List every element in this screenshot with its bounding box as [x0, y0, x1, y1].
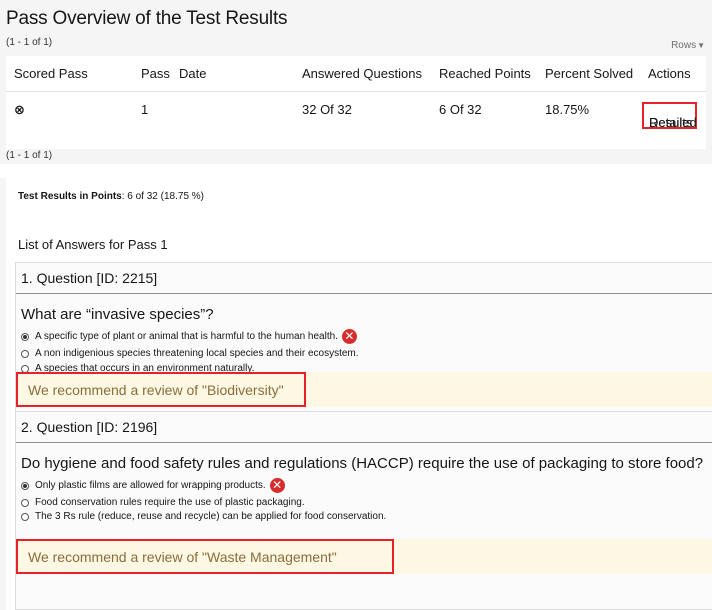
radio-unselected — [21, 512, 29, 521]
results-card: Test Results in Points: 6 of 32 (18.75 %… — [6, 178, 712, 610]
page-title: Pass Overview of the Test Results — [6, 8, 288, 29]
recommendation-highlight: We recommend a review of "Biodiversity" — [16, 372, 306, 407]
red-x-circle-icon: ✕ — [341, 329, 357, 344]
test-results-section: Test Results in Points: 6 of 32 (18.75 %… — [0, 178, 712, 610]
recommendation-bar: We recommend a review of "Waste Manageme… — [16, 539, 712, 574]
option-text: A specific type of plant or animal that … — [35, 331, 338, 342]
red-x-circle-icon: ✕ — [269, 478, 285, 493]
rows-dropdown[interactable]: Rows▼ — [671, 40, 705, 51]
question-header: 1. Question [ID: 2215] — [16, 263, 712, 294]
question-text: What are “invasive species”? — [21, 306, 214, 323]
radio-unselected — [21, 349, 29, 358]
cell-percent: 18.75% — [545, 102, 590, 117]
question-block-2: 2. Question [ID: 2196] Do hygiene and fo… — [15, 411, 712, 610]
answer-option: Food conservation rules require the use … — [21, 497, 305, 508]
table-header: Scored Pass Pass Date Answered Questions… — [6, 56, 706, 92]
question-text: Do hygiene and food safety rules and reg… — [21, 455, 704, 472]
detailed-results-line2: Results — [649, 115, 693, 130]
points-value: : 6 of 32 (18.75 %) — [121, 191, 205, 202]
radio-selected — [21, 332, 29, 341]
option-text: Only plastic films are allowed for wrapp… — [35, 480, 266, 491]
answer-option: A non indigenious species threatening lo… — [21, 348, 359, 359]
answers-list-heading: List of Answers for Pass 1 — [18, 237, 168, 252]
detailed-results-link[interactable]: Detailed Results — [642, 102, 697, 130]
caret-down-icon: ▼ — [697, 41, 705, 50]
recommendation-text: We recommend a review of "Waste Manageme… — [28, 548, 337, 565]
col-answered-questions: Answered Questions — [302, 66, 422, 81]
question-block-1: 1. Question [ID: 2215] What are “invasiv… — [15, 262, 712, 423]
question-header: 2. Question [ID: 2196] — [16, 412, 712, 443]
cell-pass: 1 — [141, 102, 149, 117]
cell-answered: 32 Of 32 — [302, 102, 352, 117]
question-id-label: 2. Question [ID: 2196] — [21, 419, 158, 435]
col-scored-pass: Scored Pass — [14, 66, 88, 81]
recommendation-highlight: We recommend a review of "Waste Manageme… — [16, 539, 394, 574]
option-text: The 3 Rs rule (reduce, reuse and recycle… — [35, 511, 387, 522]
radio-selected — [21, 481, 29, 490]
radio-unselected — [21, 498, 29, 507]
col-reached-points: Reached Points — [439, 66, 531, 81]
rows-label: Rows — [671, 40, 697, 51]
answer-option: The 3 Rs rule (reduce, reuse and recycle… — [21, 511, 386, 522]
points-label: Test Results in Points — [18, 191, 122, 202]
pass-overview-panel: Pass Overview of the Test Results (1 - 1… — [0, 0, 712, 164]
col-percent-solved: Percent Solved — [545, 66, 634, 81]
recommendation-bar: We recommend a review of "Biodiversity" — [16, 372, 712, 407]
points-summary: Test Results in Points: 6 of 32 (18.75 %… — [18, 191, 204, 202]
cell-reached: 6 Of 32 — [439, 102, 482, 117]
option-text: Food conservation rules require the use … — [35, 497, 305, 508]
pagination-range-top: (1 - 1 of 1) — [6, 37, 53, 48]
col-date: Date — [179, 66, 207, 81]
table-row: ⊗ 1 32 Of 32 6 Of 32 18.75% Detailed Resu… — [6, 92, 706, 149]
col-pass: Pass — [141, 66, 170, 81]
recommendation-text: We recommend a review of "Biodiversity" — [28, 381, 284, 398]
pass-overview-table: Scored Pass Pass Date Answered Questions… — [6, 56, 706, 149]
answer-option: A specific type of plant or animal that … — [21, 329, 357, 344]
circled-x-icon: ⊗ — [14, 102, 25, 117]
option-text: A non indigenious species threatening lo… — [35, 348, 359, 359]
pagination-range-bottom: (1 - 1 of 1) — [6, 150, 53, 161]
answer-option: Only plastic films are allowed for wrapp… — [21, 478, 285, 493]
question-id-label: 1. Question [ID: 2215] — [21, 270, 158, 286]
col-actions: Actions — [648, 66, 691, 81]
